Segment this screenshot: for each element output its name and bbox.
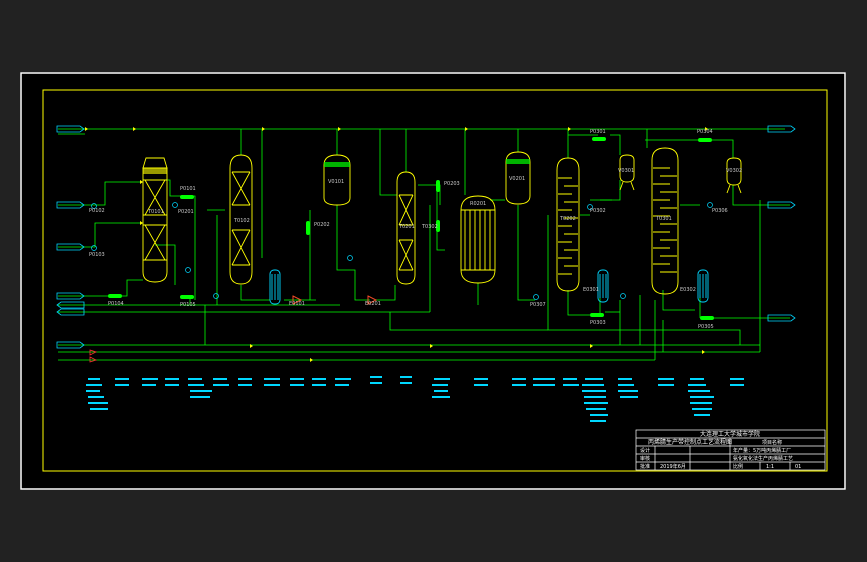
title-process-desc: 氨化氧化法生产丙烯腈工艺 (733, 455, 793, 462)
title-drawing: 丙烯腈生产带控制点工艺流程图 (648, 438, 732, 446)
tag-p0301: P0301 (590, 129, 606, 135)
pump-p0101 (180, 195, 194, 199)
tag-e0201: E0201 (365, 301, 381, 307)
drawing-paper (20, 72, 846, 490)
tag-t0101: T0101 (147, 209, 164, 215)
pump-p0104 (306, 221, 310, 235)
tag-p0304: P0304 (697, 129, 713, 135)
title-project: 项目名称 (762, 439, 782, 446)
tag-t0302: T0302 (421, 224, 438, 230)
title-scale-value: 1:1 (766, 464, 774, 470)
title-design-desc: 年产量：5万吨丙烯腈工厂 (733, 447, 791, 454)
tag-v0301: V0301 (618, 168, 634, 174)
title-design-label: 设计 (640, 447, 650, 454)
pump-p0303 (698, 138, 712, 142)
tag-p0103: P0103 (89, 252, 105, 258)
tag-p0202: P0202 (314, 222, 330, 228)
tag-r0201: R0201 (470, 201, 486, 207)
pump-p0301 (592, 137, 606, 141)
tag-e0302: E0302 (680, 287, 696, 293)
tag-p0305: P0305 (698, 324, 714, 330)
tag-t0301: T0301 (655, 216, 672, 222)
title-date: 2019年6月 (660, 463, 686, 470)
tag-p0203: P0203 (444, 181, 460, 187)
tag-v0201: V0201 (509, 176, 525, 182)
tag-v0101: V0101 (328, 179, 344, 185)
title-scale-label: 比例 (733, 463, 743, 470)
tag-p0303: P0303 (590, 320, 606, 326)
tag-v0302: V0302 (726, 168, 742, 174)
tag-p0306: P0306 (712, 208, 728, 214)
pump-p0302 (590, 313, 604, 317)
title-school: 大连理工大学城市学院 (700, 430, 760, 438)
pump-p0201 (436, 180, 440, 192)
tag-p0201: P0201 (178, 209, 194, 215)
tag-e0101: E0101 (289, 301, 305, 307)
tag-t0102: T0102 (233, 218, 250, 224)
tag-p0105: P0105 (180, 302, 196, 308)
pump-p0102 (108, 294, 122, 298)
tag-p0307: P0307 (530, 302, 546, 308)
pump-p0103 (180, 295, 194, 299)
pid-drawing: T0101 T0102 V0101 T0201 R0201 V0201 T020… (20, 72, 846, 490)
title-sheet-value: 01 (795, 464, 801, 470)
pump-p0304 (700, 316, 714, 320)
tag-p0102: P0102 (89, 208, 105, 214)
tag-p0302: P0302 (590, 208, 606, 214)
tag-t0202: T0202 (559, 216, 576, 222)
tag-p0104: P0104 (108, 301, 124, 307)
tag-e0301: E0301 (583, 287, 599, 293)
tag-p0101: P0101 (180, 186, 196, 192)
title-approve-label: 批准 (640, 463, 650, 470)
tag-t0201: T0201 (398, 224, 415, 230)
title-check-label: 审核 (640, 455, 650, 462)
